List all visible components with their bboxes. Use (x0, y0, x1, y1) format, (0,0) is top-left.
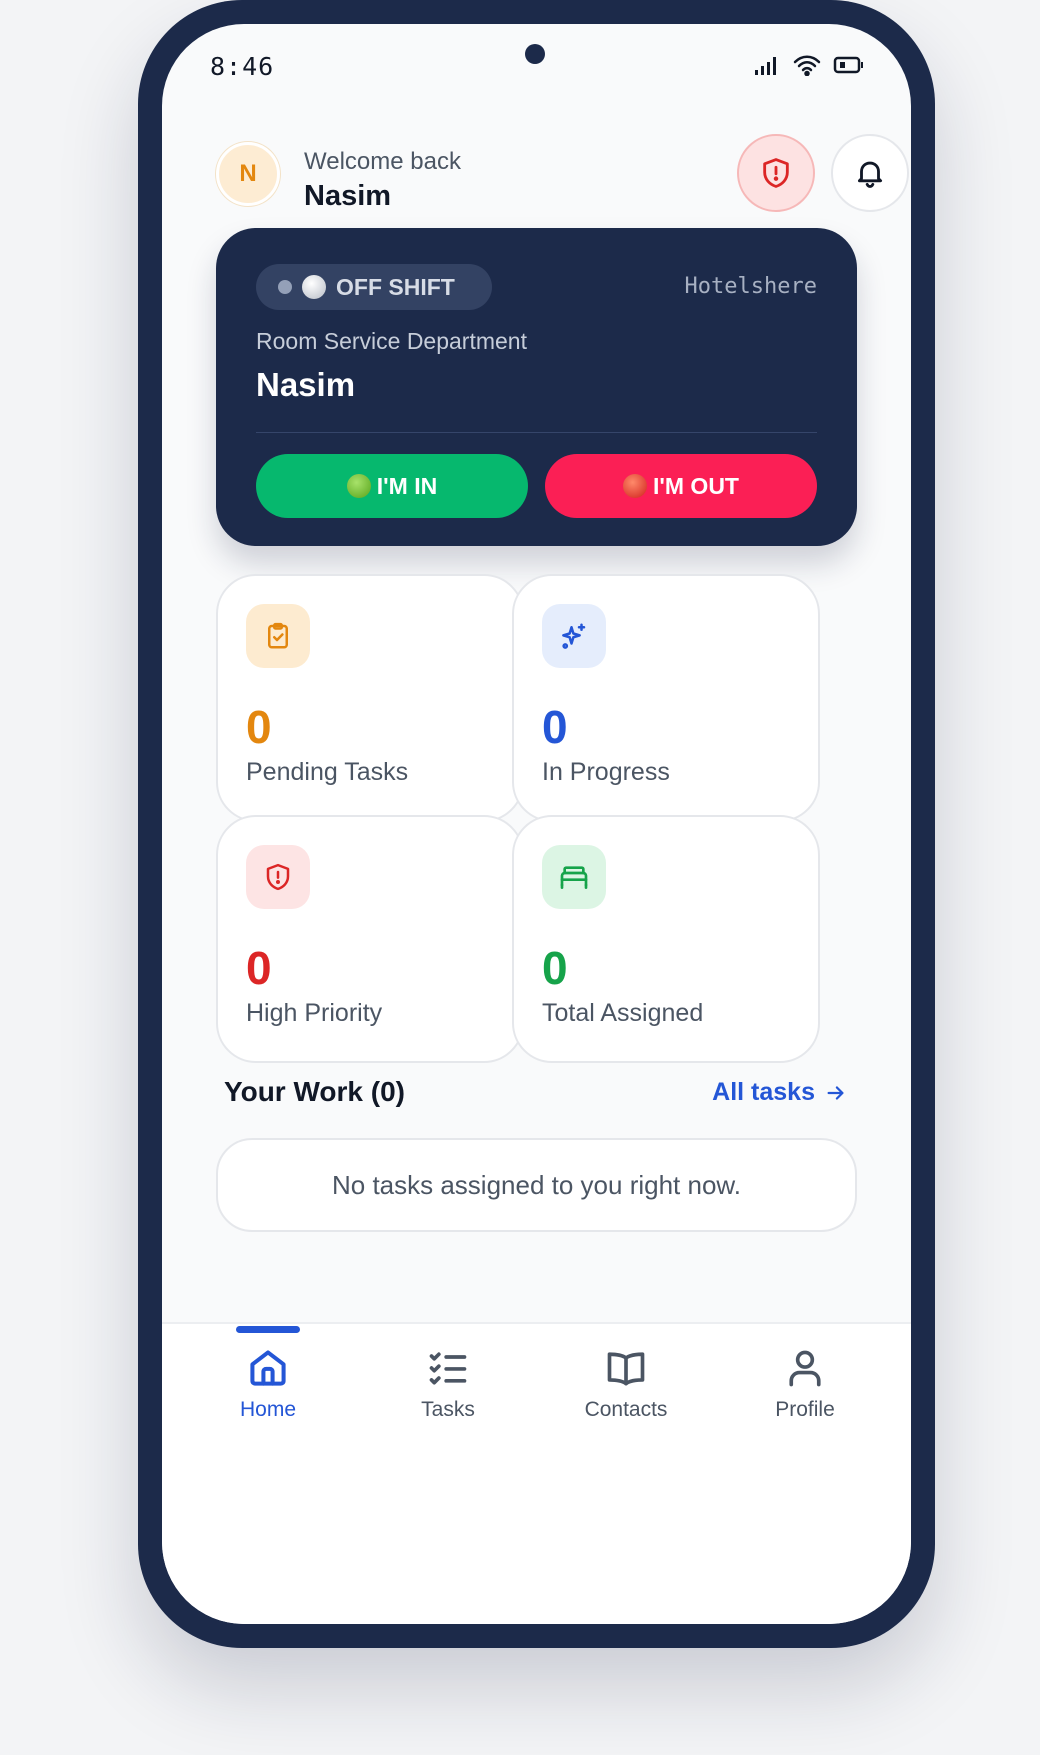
stat-card-in-progress[interactable]: 0 In Progress (512, 574, 820, 822)
nav-item-profile[interactable]: Profile (715, 1346, 895, 1446)
stat-card-pending[interactable]: 0 Pending Tasks (216, 574, 524, 822)
high-priority-count: 0 (246, 942, 272, 994)
stat-card-total-assigned[interactable]: 0 Total Assigned (512, 815, 820, 1063)
stat-icon-high-priority (246, 845, 310, 909)
red-circle-icon (623, 474, 648, 498)
all-tasks-label: All tasks (712, 1078, 815, 1106)
bell-icon (857, 161, 883, 188)
book-icon (607, 1352, 645, 1386)
status-time: 8:46 (210, 52, 275, 81)
clipboard-check-icon (268, 622, 288, 649)
clock-out-button[interactable]: I'M OUT (545, 454, 817, 518)
total-assigned-count: 0 (542, 942, 568, 994)
in-progress-count: 0 (542, 701, 568, 753)
emergency-alert-button[interactable] (737, 134, 815, 212)
total-assigned-label: Total Assigned (542, 999, 704, 1027)
active-tab-indicator (236, 1326, 300, 1333)
hotel-name: Hotelshere (684, 274, 817, 299)
empty-tasks-text: No tasks assigned to you right now. (331, 1169, 741, 1200)
user-icon (789, 1350, 821, 1387)
shield-alert-icon (763, 158, 789, 188)
status-dot (278, 280, 292, 294)
welcome-text: Welcome back (304, 148, 461, 175)
user-name: Nasim (304, 180, 392, 212)
white-circle-icon (302, 275, 326, 299)
shift-status-badge: OFF SHIFT (256, 264, 492, 310)
empty-tasks-message: No tasks assigned to you right now. (216, 1138, 857, 1232)
your-work-title: Your Work (0) (224, 1076, 405, 1107)
pending-label: Pending Tasks (246, 758, 409, 786)
status-icons (753, 54, 865, 76)
in-progress-label: In Progress (542, 758, 670, 786)
shield-alert-icon (266, 863, 290, 891)
app-screen: 8:46 N Welcome back Nasim OFF SHIFT Hote… (162, 24, 911, 1624)
clock-in-button[interactable]: I'M IN (256, 454, 528, 518)
avatar[interactable]: N (216, 142, 280, 206)
nav-item-home[interactable]: Home (178, 1346, 358, 1446)
nav-label-contacts: Contacts (584, 1398, 668, 1421)
nav-label-profile: Profile (775, 1398, 835, 1421)
high-priority-label: High Priority (246, 999, 383, 1027)
shift-status-text: OFF SHIFT (336, 273, 455, 300)
nav-label-home: Home (239, 1398, 297, 1421)
stat-icon-in-progress (542, 604, 606, 668)
home-icon (250, 1350, 286, 1386)
bed-icon (560, 866, 588, 889)
all-tasks-link[interactable]: All tasks (712, 1078, 847, 1107)
nav-item-tasks[interactable]: Tasks (358, 1346, 538, 1446)
checklist-icon (429, 1352, 467, 1385)
greeting-header: N Welcome back Nasim (216, 134, 909, 214)
clock-out-label: I'M OUT (653, 472, 739, 499)
camera-cutout (525, 44, 545, 64)
sparkles-icon (562, 623, 586, 649)
stat-icon-total-assigned (542, 845, 606, 909)
stat-icon-pending (246, 604, 310, 668)
notifications-button[interactable] (831, 134, 909, 212)
employee-name: Nasim (256, 366, 356, 403)
department-name: Room Service Department (256, 328, 527, 354)
wifi-icon (793, 55, 821, 76)
stat-card-high-priority[interactable]: 0 High Priority (216, 815, 524, 1063)
pending-count: 0 (246, 701, 272, 753)
clock-in-label: I'M IN (376, 472, 438, 499)
status-bar: 8:46 (162, 24, 911, 104)
battery-icon (833, 56, 863, 74)
shift-card: OFF SHIFT Hotelshere Room Service Depart… (216, 228, 857, 546)
nav-item-contacts[interactable]: Contacts (536, 1346, 716, 1446)
green-circle-icon (346, 474, 371, 498)
bottom-nav: Home Tasks Contacts Profile (162, 1322, 911, 1624)
arrow-right-icon (827, 1085, 844, 1100)
card-divider (256, 432, 817, 433)
nav-label-tasks: Tasks (421, 1398, 475, 1421)
signal-icon (755, 57, 776, 75)
